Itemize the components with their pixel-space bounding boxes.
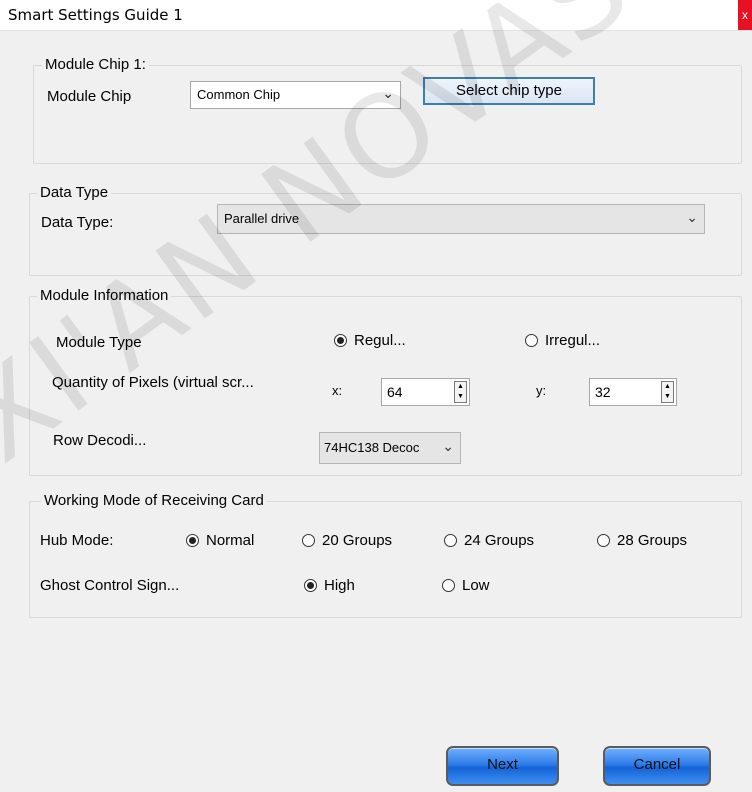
select-chip-type-button[interactable]: Select chip type: [423, 77, 595, 105]
hub-28-groups-radio[interactable]: 28 Groups: [597, 532, 687, 549]
module-chip-label: Module Chip: [47, 88, 132, 105]
chevron-down-icon: ⌄: [442, 438, 454, 454]
ghost-low-label: Low: [462, 577, 490, 594]
ghost-high-radio[interactable]: High: [304, 577, 355, 594]
radio-selected-icon: [334, 334, 347, 347]
radio-unselected-icon: [302, 534, 315, 547]
module-chip-group: Module Chip 1: Module Chip Common Chip ⌄…: [33, 56, 742, 164]
cancel-button-label: Cancel: [633, 756, 681, 773]
y-label: y:: [536, 383, 547, 398]
x-pixels-value: 64: [387, 384, 403, 400]
title-bar: Smart Settings Guide 1 x: [0, 0, 752, 31]
x-pixels-spinbox[interactable]: 64 ▲ ▼: [381, 378, 470, 406]
pixels-label: Quantity of Pixels (virtual scr...: [52, 374, 254, 391]
module-type-regular-radio[interactable]: Regul...: [334, 332, 406, 349]
data-type-legend: Data Type: [37, 184, 112, 202]
data-type-label: Data Type:: [41, 214, 114, 231]
ghost-low-radio[interactable]: Low: [442, 577, 490, 594]
module-chip-select[interactable]: Common Chip ⌄: [190, 81, 401, 109]
module-type-regular-label: Regul...: [354, 332, 406, 349]
cancel-button[interactable]: Cancel: [603, 746, 711, 786]
module-chip-value: Common Chip: [197, 87, 281, 102]
data-type-select[interactable]: Parallel drive ⌄: [217, 204, 705, 234]
chevron-down-icon: ⌄: [686, 209, 698, 225]
spin-arrows-icon[interactable]: ▲ ▼: [454, 381, 467, 403]
module-chip-legend: Module Chip 1:: [42, 56, 149, 74]
ghost-control-label: Ghost Control Sign...: [40, 577, 180, 594]
module-info-group: Module Information Module Type Regul... …: [29, 287, 742, 476]
data-type-value: Parallel drive: [224, 211, 300, 226]
data-type-group: Data Type Data Type: Parallel drive ⌄: [29, 184, 742, 276]
next-button[interactable]: Next: [446, 746, 559, 786]
hub-mode-label: Hub Mode:: [40, 532, 114, 549]
radio-selected-icon: [186, 534, 199, 547]
working-mode-group: Working Mode of Receiving Card Hub Mode:…: [29, 492, 742, 618]
module-type-label: Module Type: [56, 334, 142, 351]
next-button-label: Next: [487, 756, 518, 773]
module-info-legend: Module Information: [37, 287, 172, 305]
working-mode-legend: Working Mode of Receiving Card: [41, 492, 267, 510]
window-title: Smart Settings Guide 1: [8, 6, 183, 24]
close-button[interactable]: x: [738, 0, 752, 30]
row-decoding-value: 74HC138 Decoc: [324, 440, 420, 455]
spin-arrows-icon[interactable]: ▲ ▼: [661, 381, 674, 403]
hub-24-groups-label: 24 Groups: [464, 532, 535, 549]
hub-28-groups-label: 28 Groups: [617, 532, 688, 549]
radio-unselected-icon: [444, 534, 457, 547]
hub-normal-radio[interactable]: Normal: [186, 532, 254, 549]
module-type-irregular-label: Irregul...: [545, 332, 601, 349]
radio-unselected-icon: [597, 534, 610, 547]
x-label: x:: [332, 383, 343, 398]
hub-normal-label: Normal: [206, 532, 255, 549]
hub-20-groups-radio[interactable]: 20 Groups: [302, 532, 392, 549]
chevron-down-icon: ⌄: [382, 85, 394, 101]
module-type-irregular-radio[interactable]: Irregul...: [525, 332, 600, 349]
hub-20-groups-label: 20 Groups: [322, 532, 393, 549]
y-pixels-value: 32: [595, 384, 611, 400]
row-decoding-select[interactable]: 74HC138 Decoc ⌄: [319, 432, 461, 464]
row-decoding-label: Row Decodi...: [53, 432, 147, 449]
select-chip-type-label: Select chip type: [456, 82, 562, 99]
radio-selected-icon: [304, 579, 317, 592]
hub-24-groups-radio[interactable]: 24 Groups: [444, 532, 534, 549]
ghost-high-label: High: [324, 577, 355, 594]
y-pixels-spinbox[interactable]: 32 ▲ ▼: [589, 378, 677, 406]
radio-unselected-icon: [442, 579, 455, 592]
radio-unselected-icon: [525, 334, 538, 347]
close-icon: x: [742, 8, 748, 22]
